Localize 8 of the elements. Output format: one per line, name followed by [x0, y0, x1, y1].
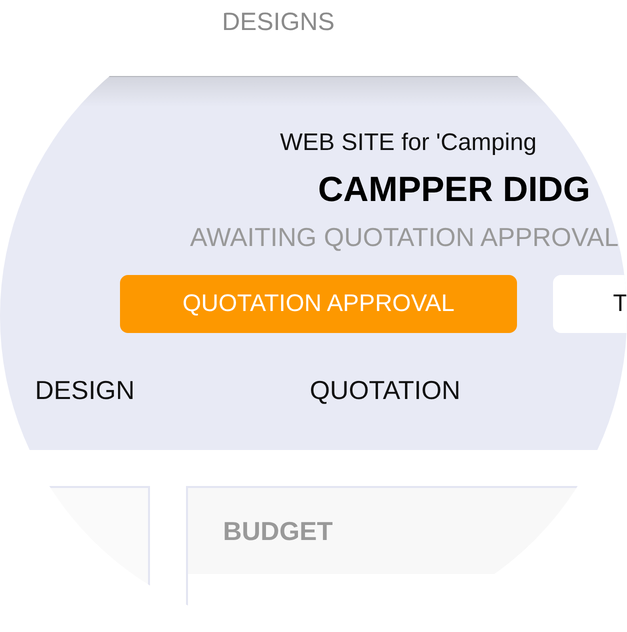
project-subtitle: WEB SITE for 'Camping [280, 129, 538, 157]
section-label: DESIGNS [222, 8, 335, 37]
project-title: CAMPPER DIDG [318, 170, 592, 210]
tab[interactable]: QUOTATION [310, 375, 460, 406]
action-button[interactable]: T [553, 275, 627, 333]
project-status: AWAITING QUOTATION APPROVAL [190, 222, 620, 253]
tab[interactable]: DESIGN [35, 375, 135, 406]
card-heading: BUDGET [223, 516, 333, 546]
